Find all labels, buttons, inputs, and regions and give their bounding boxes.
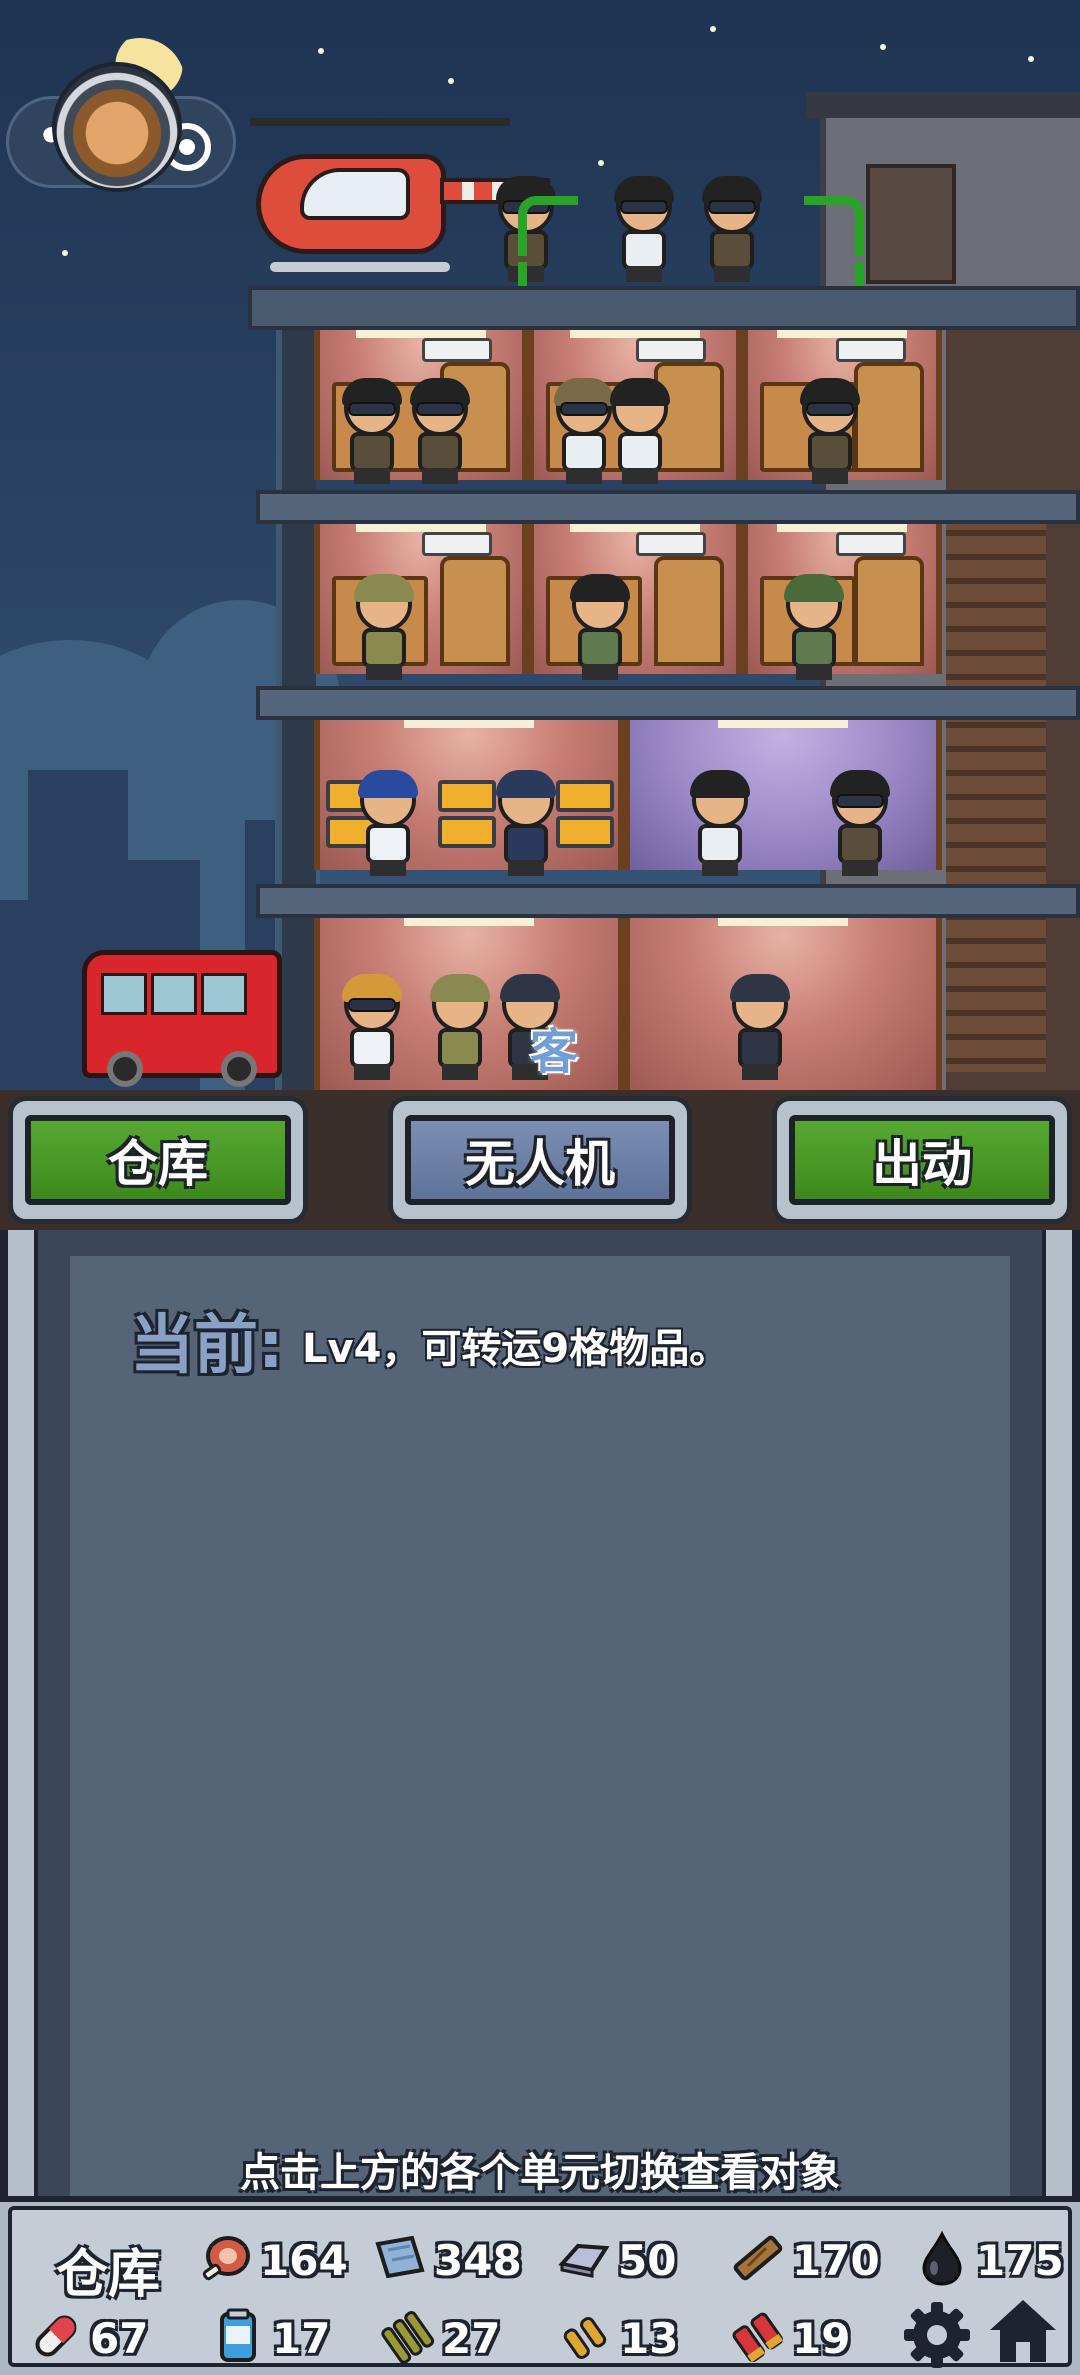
survivor[interactable] [798, 378, 862, 486]
floor-slab [256, 884, 1080, 918]
hint-text: 点击上方的各个单元切换查看对象 [240, 2150, 840, 2196]
tab-dispatch[interactable]: 出动 [789, 1115, 1055, 1205]
settings-gear-icon[interactable] [900, 2298, 974, 2372]
resource-bar-title: 仓库 [56, 2245, 161, 2305]
star [710, 26, 716, 32]
city-building [0, 900, 60, 1090]
water-can-icon [220, 2308, 256, 2362]
resource-water[interactable]: 17 [210, 2302, 360, 2372]
tab-drone-frame: 无人机 [388, 1096, 692, 1224]
medicine-count: 67 [90, 2314, 149, 2363]
star [448, 78, 454, 84]
star [62, 250, 68, 256]
pistol-ammo-icon [563, 2316, 607, 2359]
oil-drop-icon [922, 2230, 962, 2286]
stairwell [946, 512, 1046, 1072]
meat-icon [202, 2236, 250, 2281]
survivor-rooftop[interactable] [612, 176, 676, 284]
survivor[interactable] [356, 770, 420, 878]
rifle-ammo-icon [381, 2311, 435, 2364]
shelter-scene: ••• [0, 0, 1080, 1090]
tab-dispatch-frame: 出动 [772, 1096, 1072, 1224]
current-level-label: 当前: [130, 1309, 284, 1383]
survivor[interactable] [340, 974, 404, 1082]
medicine-pill-icon [35, 2315, 77, 2357]
survivor[interactable] [408, 378, 472, 486]
survivor-rooftop[interactable] [700, 176, 764, 284]
rooftop-door [866, 164, 956, 284]
resource-shotgun-shell[interactable]: 19 [730, 2302, 880, 2372]
survivor[interactable] [340, 378, 404, 486]
star [880, 44, 886, 50]
tab-bar: 仓库 无人机 出动 [0, 1090, 1080, 1230]
dorm-room[interactable] [314, 524, 528, 674]
resource-pistol-ammo[interactable]: 13 [558, 2302, 708, 2372]
survivor[interactable] [494, 770, 558, 878]
info-panel: 当前: Lv4，可转运9格物品。 [0, 1230, 1080, 2200]
cloth-icon [375, 2235, 425, 2279]
resource-oil[interactable]: 175 [914, 2224, 1080, 2294]
home-icon[interactable] [986, 2294, 1060, 2368]
metal-ingot-icon [558, 2243, 610, 2278]
survivor[interactable] [552, 378, 616, 486]
survivor[interactable] [828, 770, 892, 878]
wood-count: 170 [792, 2236, 880, 2285]
shotgun-shell-icon [732, 2312, 784, 2363]
info-panel-content: 当前: Lv4，可转运9格物品。 [70, 1256, 1010, 2200]
workshop-room[interactable] [624, 720, 942, 870]
tab-warehouse[interactable]: 仓库 [25, 1115, 291, 1205]
resource-bar: 仓库 164 348 50 170 175 67 17 27 13 19 [0, 2196, 1080, 2375]
cloth-count: 348 [434, 2236, 522, 2285]
bus[interactable] [82, 950, 282, 1087]
current-level-description: Lv4，可转运9格物品。 [302, 1326, 730, 1372]
rifle-ammo-count: 27 [442, 2314, 501, 2363]
resource-meat[interactable]: 164 [198, 2224, 368, 2294]
metal-count: 50 [618, 2236, 677, 2285]
resource-rifle-ammo[interactable]: 27 [380, 2302, 530, 2372]
floor-slab [256, 490, 1080, 524]
resource-metal[interactable]: 50 [556, 2224, 706, 2294]
resource-cloth[interactable]: 348 [372, 2224, 542, 2294]
meat-count: 164 [260, 2236, 348, 2285]
survivor[interactable] [728, 974, 792, 1082]
star [1028, 56, 1034, 62]
shotgun-shell-count: 19 [792, 2314, 851, 2363]
star [598, 160, 604, 166]
survivor[interactable] [428, 974, 492, 1082]
survivor[interactable] [782, 574, 846, 682]
survivor[interactable] [352, 574, 416, 682]
dorm-room[interactable] [528, 524, 742, 674]
water-count: 17 [272, 2314, 331, 2363]
tab-warehouse-frame: 仓库 [8, 1096, 308, 1224]
oil-count: 175 [976, 2236, 1064, 2285]
survivor[interactable] [568, 574, 632, 682]
player-avatar[interactable] [52, 62, 182, 192]
survivor[interactable] [608, 378, 672, 486]
roof-slab [248, 286, 1080, 330]
guest-tag: 客 [530, 1024, 579, 1080]
star [318, 48, 324, 54]
pistol-ammo-count: 13 [620, 2314, 679, 2363]
tab-drone[interactable]: 无人机 [405, 1115, 675, 1205]
survivor[interactable] [688, 770, 752, 878]
resource-wood[interactable]: 170 [730, 2224, 900, 2294]
wood-plank-icon [733, 2235, 783, 2281]
floor-slab [256, 686, 1080, 720]
resource-medicine[interactable]: 67 [28, 2302, 178, 2372]
